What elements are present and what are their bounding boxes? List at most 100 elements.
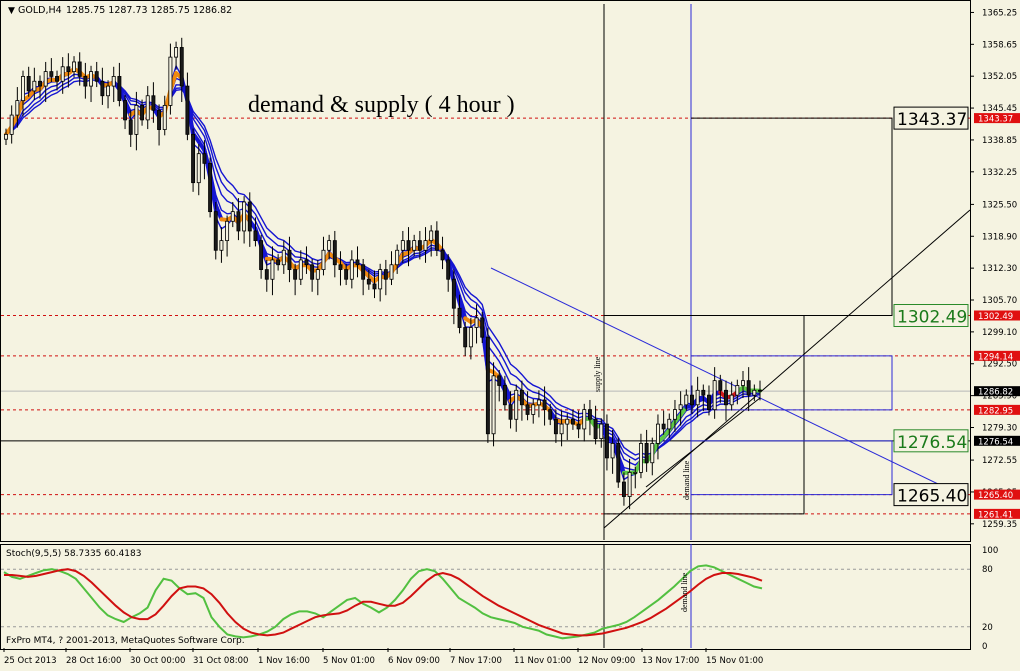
candle-bear	[747, 381, 750, 395]
candle-bull	[736, 385, 739, 395]
candle-bull	[328, 241, 331, 251]
candle-bear	[237, 212, 240, 231]
candle-bear	[486, 337, 489, 434]
candle-bear	[277, 260, 280, 265]
y-tick-label: 1272.55	[982, 456, 1017, 466]
candle-bear	[452, 279, 455, 308]
x-tick-label: 1 Nov 16:00	[258, 656, 310, 666]
candle-bear	[345, 270, 348, 280]
candle-bull	[413, 241, 416, 251]
candle-bear	[617, 443, 620, 482]
demand-line-label: demand line	[682, 460, 691, 500]
y-tick-label: 1299.10	[982, 328, 1017, 338]
candle-bull	[401, 241, 404, 251]
candle-bear	[418, 241, 421, 251]
y-tick-label: 1312.30	[982, 264, 1017, 274]
candle-bear	[288, 250, 291, 269]
candle-bear	[702, 390, 705, 395]
candle-bull	[673, 410, 676, 420]
candle-bull	[231, 212, 234, 222]
price-level-badge-text: 1294.14	[978, 352, 1013, 362]
candle-bear	[526, 405, 529, 415]
copyright-footer: FxPro MT4, ? 2001-2013, MetaQuotes Softw…	[6, 636, 245, 646]
y-tick-label: 1358.65	[982, 40, 1017, 50]
chart-title-annotation: demand & supply ( 4 hour )	[248, 92, 515, 118]
candle-bull	[532, 405, 535, 415]
candle-bull	[226, 221, 229, 240]
candle-bull	[639, 443, 642, 472]
candle-bear	[622, 482, 625, 496]
candle-bull	[135, 105, 138, 134]
candle-bear	[339, 265, 342, 270]
candle-bear	[333, 241, 336, 265]
candle-bull	[668, 419, 671, 429]
candle-bear	[509, 405, 512, 419]
candle-bull	[560, 424, 563, 434]
candle-bull	[430, 231, 433, 241]
price-level-badge-text: 1265.40	[978, 491, 1013, 501]
candle-bear	[152, 96, 155, 110]
candle-bull	[299, 260, 302, 279]
candle-bear	[662, 424, 665, 429]
candle-bear	[203, 154, 206, 164]
candle-bear	[95, 72, 98, 82]
candle-bull	[169, 57, 172, 105]
candle-bear	[129, 120, 132, 134]
candle-bull	[685, 395, 688, 405]
candle-bull	[44, 72, 47, 86]
candle-bear	[367, 279, 370, 284]
candle-bear	[407, 241, 410, 251]
candle-bull	[634, 472, 637, 473]
boxed-price-label: 1302.49	[897, 308, 967, 328]
candle-bear	[373, 284, 376, 289]
candle-bear	[84, 76, 87, 86]
candle-bull	[741, 381, 744, 386]
candle-bull	[730, 395, 733, 405]
candle-bear	[441, 250, 444, 260]
symbol-menu-arrow[interactable]: ▼	[8, 6, 15, 16]
candle-bear	[503, 385, 506, 404]
supply-line-label: supply line	[593, 356, 602, 392]
x-tick-label: 25 Oct 2013	[4, 656, 57, 666]
y-tick-label: 1338.85	[982, 136, 1017, 146]
candle-bull	[679, 405, 682, 410]
candle-bear	[305, 260, 308, 265]
candle-bear	[447, 260, 450, 279]
candle-bear	[27, 76, 30, 90]
chart-root: 1343.371302.491276.541265.40 1365.251358…	[0, 0, 1020, 667]
candle-bear	[435, 231, 438, 250]
price-level-badge-text: 1261.41	[978, 510, 1013, 520]
stoch-level-label: 20	[982, 623, 993, 633]
x-tick-label: 7 Nov 17:00	[450, 656, 502, 666]
candle-bull	[396, 250, 399, 264]
candle-bull	[469, 328, 472, 347]
candle-bear	[265, 270, 268, 280]
candle-bull	[696, 390, 699, 404]
candle-bear	[758, 390, 761, 391]
candle-bear	[719, 381, 722, 391]
candle-bull	[651, 443, 654, 462]
candle-bear	[384, 270, 387, 280]
candle-bear	[294, 270, 297, 280]
candle-bull	[10, 115, 13, 134]
boxed-price-label: 1265.40	[897, 487, 967, 507]
candle-bear	[158, 110, 161, 129]
x-tick-label: 11 Nov 01:00	[514, 656, 571, 666]
candle-bear	[549, 410, 552, 420]
candle-bull	[112, 76, 115, 86]
candle-bear	[180, 47, 183, 86]
candle-bear	[554, 419, 557, 433]
stochastic-label: Stoch(9,5,5) 58.7335 60.4183	[6, 549, 141, 559]
candle-bear	[571, 419, 574, 424]
y-tick-label: 1365.25	[982, 8, 1017, 18]
current-price-badge-text: 1286.82	[978, 388, 1013, 398]
x-tick-label: 28 Oct 16:00	[66, 656, 121, 666]
candle-bull	[282, 250, 285, 264]
candle-bear	[362, 265, 365, 279]
ohlc-readout: 1285.75 1287.73 1285.75 1286.82	[66, 5, 232, 16]
candle-bear	[192, 134, 195, 182]
candle-bull	[753, 390, 756, 395]
y-tick-label: 1345.45	[982, 104, 1017, 114]
candle-bear	[209, 163, 212, 211]
y-tick-label: 1305.70	[982, 296, 1017, 306]
